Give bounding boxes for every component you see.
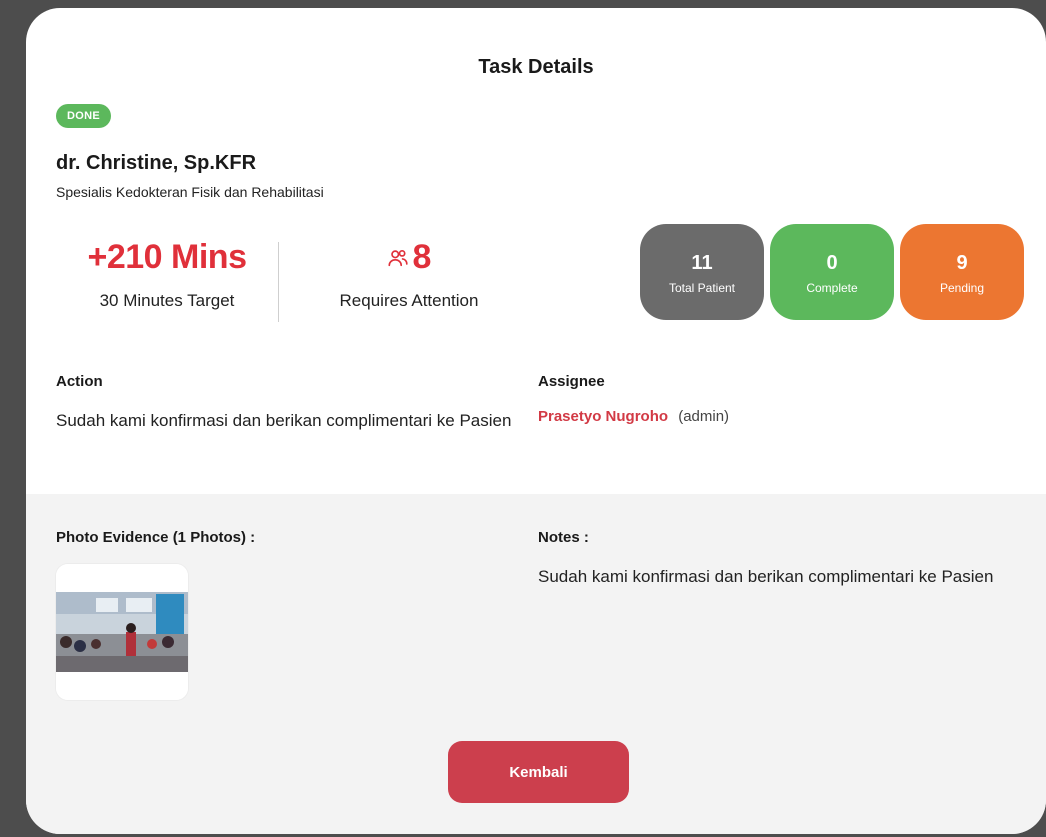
action-label: Action (56, 373, 103, 390)
pending-value: 9 (956, 252, 968, 274)
total-patient-card: 11 Total Patient (640, 224, 764, 320)
total-patient-label: Total Patient (668, 281, 736, 295)
action-text: Sudah kami konfirmasi dan berikan compli… (56, 411, 512, 430)
task-details-modal: Task Details DONE dr. Christine, Sp.KFR … (26, 8, 1046, 834)
attention-caption: Requires Attention (339, 291, 479, 310)
pending-card: 9 Pending (900, 224, 1024, 320)
back-button[interactable]: Kembali (448, 741, 629, 803)
photo-evidence-label: Photo Evidence (1 Photos) : (56, 529, 256, 546)
assignee-row: Prasetyo Nugroho (admin) (538, 408, 729, 425)
assignee-label: Assignee (538, 373, 605, 390)
overtime-metric: +210 Mins 30 Minutes Target (56, 238, 278, 311)
notes-text: Sudah kami konfirmasi dan berikan compli… (538, 567, 994, 586)
complete-card: 0 Complete (770, 224, 894, 320)
photo-evidence-thumbnail[interactable] (56, 564, 188, 700)
doctor-name: dr. Christine, Sp.KFR (56, 152, 257, 174)
users-icon (387, 249, 408, 266)
total-patient-value: 11 (691, 252, 713, 274)
overtime-caption: 30 Minutes Target (99, 291, 235, 310)
attention-value: 8 (412, 238, 432, 276)
notes-label: Notes : (538, 529, 589, 546)
complete-value: 0 (826, 252, 838, 274)
pending-label: Pending (939, 281, 985, 295)
doctor-specialty: Spesialis Kedokteran Fisik dan Rehabilit… (56, 184, 324, 200)
evidence-photo-image (56, 564, 188, 700)
status-badge: DONE (56, 104, 111, 128)
attention-metric: 8 Requires Attention (304, 238, 514, 311)
metric-divider (278, 242, 279, 322)
complete-label: Complete (806, 281, 858, 295)
overtime-value: +210 Mins (87, 238, 247, 276)
assignee-name: Prasetyo Nugroho (538, 408, 669, 425)
assignee-role: (admin) (678, 408, 730, 425)
modal-title: Task Details (478, 56, 594, 78)
